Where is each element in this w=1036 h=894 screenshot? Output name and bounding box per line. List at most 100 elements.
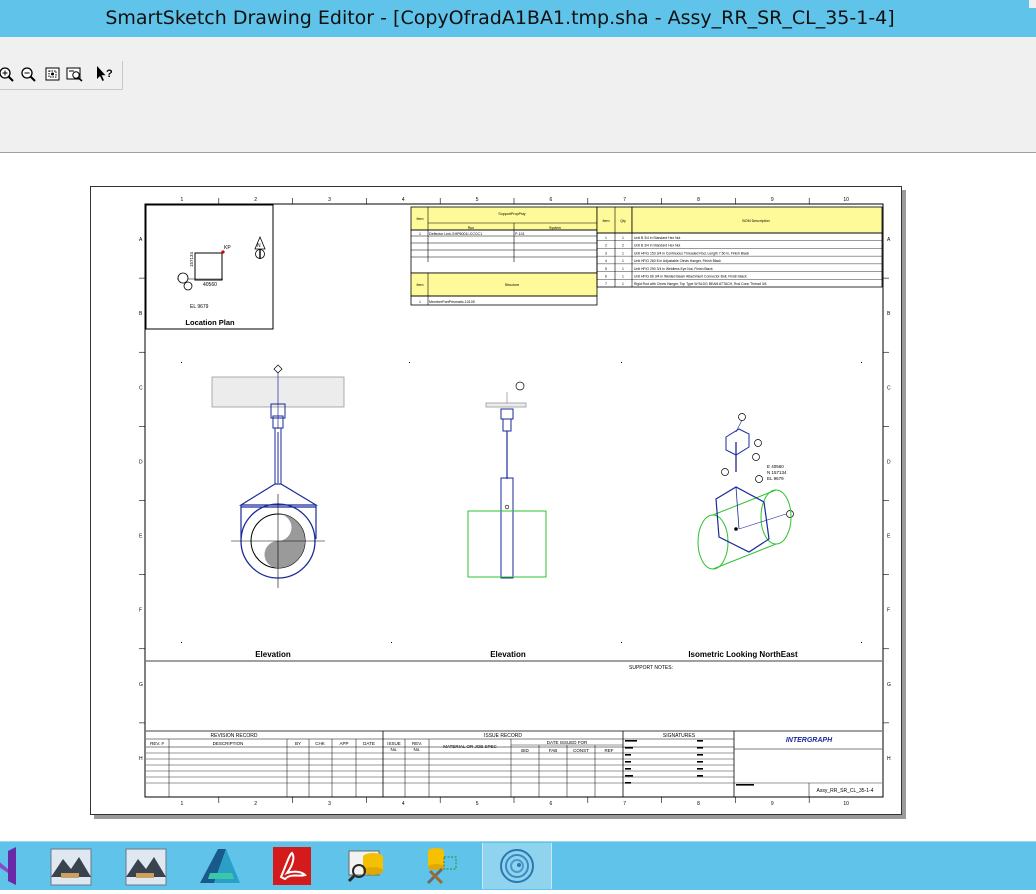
zone-row-right-H: H — [887, 756, 891, 762]
bom-row-qty: 2 — [622, 244, 624, 248]
zone-col-top-8: 8 — [697, 197, 700, 203]
bom-row-qty: 1 — [622, 251, 624, 255]
elevation-label-1: Elevation — [255, 650, 291, 659]
row1-item: 1 — [419, 232, 421, 236]
const-label: CONST — [573, 748, 589, 753]
zone-col-bottom-8: 8 — [697, 801, 700, 807]
material-spec-label: MATERIAL OR JOB SPEC — [443, 744, 497, 749]
svg-text:?: ? — [106, 68, 113, 80]
drawing-svg: 1 1 2 2 3 3 4 4 5 5 6 6 7 7 8 8 9 9 10 10 A A B B C C D D E E F F G G H H K… — [139, 197, 891, 807]
rev-no2-label: REV. — [412, 741, 422, 746]
zone-col-bottom-5: 5 — [476, 801, 479, 807]
zone-col-bottom-2: 2 — [254, 801, 257, 807]
fab-label: FAB — [549, 748, 558, 753]
window-title: SmartSketch Drawing Editor - [CopyOfradA… — [105, 7, 895, 29]
iso-coord-n: N 157134 — [767, 470, 787, 475]
bom-row-item: 3 — [605, 251, 607, 255]
zone-row-left-H: H — [139, 756, 143, 762]
visual-studio-icon[interactable] — [0, 843, 36, 889]
zone-col-top-5: 5 — [476, 197, 479, 203]
bom-row-desc: Unit HFIG 290 3/4 in Weldless Eye Nut, F… — [634, 267, 713, 271]
structure-header: Structure — [505, 283, 520, 287]
row1-system: P-101 — [515, 232, 525, 236]
zone-col-bottom-6: 6 — [550, 801, 553, 807]
zoom-area-icon[interactable] — [65, 63, 85, 85]
zone-col-top-2: 2 — [254, 197, 257, 203]
zone-row-right-A: A — [887, 237, 891, 243]
zone-col-bottom-7: 7 — [623, 801, 626, 807]
zone-col-bottom-4: 4 — [402, 801, 405, 807]
smartsketch-swirl-icon[interactable] — [482, 843, 552, 889]
by-label: BY — [295, 741, 301, 746]
iso-coord-e: E 40560 — [767, 464, 784, 469]
run-header: Run — [468, 226, 475, 230]
zone-col-top-10: 10 — [843, 197, 849, 203]
bom-row-item: 7 — [605, 282, 607, 286]
bom-row-item: 2 — [605, 244, 607, 248]
support-notes-label: SUPPORT NOTES: — [629, 665, 673, 671]
hammer-mountain-app-icon-1[interactable] — [37, 843, 105, 889]
kp-label: KP — [224, 245, 231, 251]
zoom-out-icon[interactable] — [18, 63, 38, 85]
structure-member-2 — [467, 510, 547, 578]
bom-qty-header: Qty — [620, 219, 626, 223]
zone-col-bottom-9: 9 — [771, 801, 774, 807]
zone-col-top-1: 1 — [181, 197, 184, 203]
autodesk-icon[interactable] — [186, 843, 254, 889]
zone-col-top-6: 6 — [550, 197, 553, 203]
bom-item-header: Item — [603, 219, 610, 223]
bom-desc-header: BOM Description — [742, 219, 769, 223]
drawing-sheet: 1 1 2 2 3 3 4 4 5 5 6 6 7 7 8 8 9 9 10 10 A A B B C C D D E E F F G G H H K… — [90, 186, 902, 815]
bom-row-item: 5 — [605, 267, 607, 271]
coord-e-label: 40560 — [203, 282, 217, 288]
zone-row-left-E: E — [139, 534, 143, 540]
chk-label: CHK — [315, 741, 325, 746]
bom-rows: 1 1 Unit B 3/4 in Standard Hex Nut 2 2 Unit B… — [597, 236, 882, 286]
issue-no-label: ISSUE — [387, 741, 401, 746]
zone-row-right-D: D — [887, 459, 891, 465]
database-tools-icon[interactable] — [408, 843, 476, 889]
zone-row-right-E: E — [887, 534, 891, 540]
toolbar-area: ? — [0, 37, 1036, 153]
zone-col-top-9: 9 — [771, 197, 774, 203]
north-label: N — [257, 243, 261, 249]
issue-no-label-2: No. — [390, 747, 397, 752]
zone-row-left-A: A — [139, 237, 143, 243]
location-plan-title: Location Plan — [185, 318, 235, 327]
elevation-label-2: Elevation — [490, 650, 526, 659]
zone-col-top-4: 4 — [402, 197, 405, 203]
north-arrow-icon: N — [254, 235, 266, 259]
fit-icon[interactable] — [43, 63, 63, 85]
rev-no2-label-2: No. — [413, 747, 420, 752]
date-label: DATE — [363, 741, 375, 746]
zone-col-bottom-3: 3 — [328, 801, 331, 807]
taskbar — [0, 841, 1036, 890]
elevation-view-1 — [211, 364, 345, 588]
zone-col-bottom-10: 10 — [843, 801, 849, 807]
drawing-canvas[interactable]: 1 1 2 2 3 3 4 4 5 5 6 6 7 7 8 8 9 9 10 10 A A B B C C D D E E F F G G H H K… — [0, 153, 1036, 841]
rev-no-label: REV. # — [150, 741, 164, 746]
bom-row-desc: Unit HFIG 66 3/4 in Welded Beam Attachme… — [634, 274, 747, 278]
company-logo: INTERGRAPH — [786, 737, 833, 744]
acrobat-reader-icon[interactable] — [259, 843, 327, 889]
drawing-name: Assy_RR_SR_CL_35-1-4 — [817, 788, 874, 794]
whats-this-help-icon[interactable]: ? — [94, 63, 114, 85]
database-search-icon[interactable] — [333, 843, 401, 889]
bom-tables: Item SupportPropPsty Run System 1 Deflec… — [410, 206, 883, 306]
bom-row-qty: 1 — [622, 259, 624, 263]
description-label: DESCRIPTION — [213, 741, 244, 746]
zoom-in-icon[interactable] — [0, 63, 16, 85]
structure-row: MemberPartPrismatic-10105 — [429, 300, 475, 304]
iso-el: EL 9679 — [767, 476, 784, 481]
zone-row-right-F: F — [887, 608, 890, 614]
hammer-mountain-app-icon-2[interactable] — [112, 843, 180, 889]
date-issued-for-label: DATE ISSUED FOR — [547, 740, 588, 745]
zone-row-right-B: B — [887, 311, 891, 317]
isometric-label: Isometric Looking NorthEast — [688, 650, 798, 659]
bom-row-desc: Unit B 3/4 in Standard Hex Nut — [634, 236, 680, 240]
revision-record-label: REVISION RECORD — [211, 733, 258, 739]
bom-row-desc: Unit B 3/4 in Standard Hex Nut — [634, 244, 680, 248]
bom-row-qty: 1 — [622, 282, 624, 286]
bom-row-desc: Unit HFIG 260 8 in Adjustable Clevis Han… — [634, 259, 721, 263]
zone-row-left-D: D — [139, 459, 143, 465]
